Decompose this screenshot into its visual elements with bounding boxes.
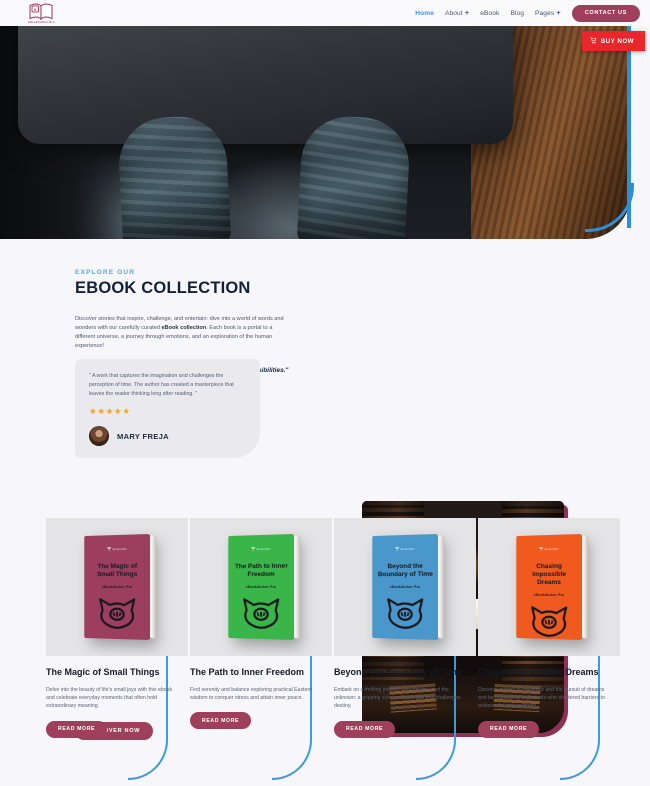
- cover-subtitle: eBookAuthor Pro: [101, 585, 133, 590]
- nav-label: Pages: [535, 9, 555, 17]
- hero-accent-border: [590, 26, 634, 232]
- cover-subtitle: eBookAuthor Pro: [245, 585, 277, 590]
- book-cover-frame: Example The Magic of Small Things eBookA…: [46, 518, 188, 656]
- book-title: Beyond the Boundary of Time: [334, 667, 462, 677]
- cover-brand: Example: [539, 547, 559, 551]
- book-description: Discover stories of resilience and the p…: [478, 686, 605, 710]
- star-icon: ★: [97, 405, 106, 416]
- testimonial-card: ” A work that captures the imagination a…: [75, 359, 260, 459]
- plus-icon: +: [464, 8, 470, 18]
- hero-leg-left: [116, 114, 232, 239]
- book-cover: Example Beyond the Boundary of Time eBoo…: [372, 533, 440, 641]
- book-cover-frame: Example Chasing Impossible Dreams eBookA…: [478, 518, 620, 656]
- mascot-icon: [98, 597, 137, 635]
- site-logo[interactable]: e eBookAuthor Pro: [28, 2, 55, 25]
- plus-icon: +: [556, 8, 561, 18]
- nav-item-ebook[interactable]: eBook: [480, 10, 499, 17]
- book-description: Delve into the beauty of life's small jo…: [46, 686, 173, 710]
- contact-us-button[interactable]: CONTACT US: [571, 4, 640, 22]
- hero-laptop: [18, 26, 513, 144]
- nav-item-blog[interactable]: Blog: [510, 10, 524, 17]
- book-cover: Example Chasing Impossible Dreams eBookA…: [516, 533, 584, 643]
- cover-brand: Example: [251, 547, 271, 551]
- cover-title: The Path to Inner Freedom: [234, 562, 288, 579]
- read-more-button[interactable]: READ MORE: [478, 720, 540, 738]
- nav-item-about[interactable]: About +: [445, 9, 469, 17]
- open-book-icon: e: [28, 2, 54, 21]
- read-more-button[interactable]: READ MORE: [46, 720, 108, 738]
- testimonial-quote: ” A work that captures the imagination a…: [89, 373, 234, 397]
- nav-item-pages[interactable]: Pages +: [535, 9, 561, 17]
- book-cover: Example The Path to Inner Freedom eBookA…: [228, 533, 296, 641]
- brand-glyph-icon: [251, 547, 255, 551]
- book-card[interactable]: Example The Magic of Small Things eBookA…: [46, 518, 188, 738]
- book-cover-frame: Example Beyond the Boundary of Time eBoo…: [334, 518, 476, 656]
- star-icon: ★: [122, 405, 131, 416]
- main-nav: Home About + eBook Blog Pages + CONTACT …: [415, 4, 650, 22]
- mascot-icon: [386, 597, 425, 635]
- mascot-icon: [242, 597, 281, 635]
- book-cards-section: Example The Magic of Small Things eBookA…: [0, 518, 650, 786]
- book-title: Chasing Impossible Dreams: [478, 667, 599, 677]
- cover-title: Beyond the Boundary of Time: [377, 562, 433, 579]
- brand-glyph-icon: [539, 547, 543, 551]
- nav-item-home[interactable]: Home: [415, 10, 434, 17]
- nav-label: eBook: [480, 9, 500, 17]
- book-description: Embark on a thrilling journey through ti…: [334, 686, 461, 710]
- nav-label: About: [445, 9, 463, 17]
- buy-now-button[interactable]: BUY NOW: [581, 31, 645, 51]
- cover-title: Chasing Impossible Dreams: [532, 562, 567, 587]
- read-more-button[interactable]: READ MORE: [190, 712, 252, 730]
- book-title: The Path to Inner Freedom: [190, 667, 305, 677]
- read-more-button[interactable]: READ MORE: [334, 720, 396, 738]
- collection-section: EXPLORE OUR EBOOK COLLECTION Discover st…: [0, 239, 650, 740]
- shopping-cart-icon: [589, 36, 597, 46]
- book-description: Find serenity and balance exploring prac…: [190, 686, 312, 701]
- nav-label: Home: [415, 9, 435, 17]
- star-rating: ★★★★★: [89, 405, 246, 416]
- cover-title: The Magic of Small Things: [97, 562, 138, 579]
- hero-section: BUY NOW: [0, 26, 650, 239]
- book-cover-frame: Example The Path to Inner Freedom eBookA…: [190, 518, 332, 656]
- cover-brand: Example: [395, 547, 415, 551]
- star-icon: ★: [105, 405, 114, 416]
- hero-image: [0, 26, 631, 239]
- book-title: The Magic of Small Things: [46, 667, 160, 677]
- site-header: e eBookAuthor Pro Home About + eBook Blo…: [0, 0, 650, 26]
- cover-subtitle: eBookAuthor Pro: [533, 593, 565, 598]
- page-root: e eBookAuthor Pro Home About + eBook Blo…: [0, 0, 650, 786]
- avatar: [89, 426, 109, 447]
- mascot-icon: [530, 605, 569, 643]
- hero-leg-right: [296, 114, 412, 239]
- book-card[interactable]: Example Beyond the Boundary of Time eBoo…: [334, 518, 476, 738]
- paragraph-bold: eBook collection: [161, 325, 207, 332]
- book-card[interactable]: Example Chasing Impossible Dreams eBookA…: [478, 518, 620, 738]
- book-cover: Example The Magic of Small Things eBookA…: [84, 533, 152, 641]
- brand-glyph-icon: [395, 547, 399, 551]
- brand-glyph-icon: [107, 547, 111, 551]
- collection-paragraph: Discover stories that inspire, challenge…: [75, 315, 290, 351]
- testimonial-author: MARY FREJA: [89, 426, 246, 447]
- cover-brand: Example: [107, 547, 127, 551]
- testimonial-name: MARY FREJA: [117, 431, 169, 441]
- book-card[interactable]: Example The Path to Inner Freedom eBookA…: [190, 518, 332, 730]
- cover-subtitle: eBookAuthor Pro: [389, 585, 421, 590]
- logo-text: eBookAuthor Pro: [28, 21, 55, 25]
- section-eyebrow: EXPLORE OUR: [75, 269, 136, 276]
- page-title: EBOOK COLLECTION: [75, 279, 251, 297]
- nav-label: Blog: [510, 9, 525, 17]
- buy-now-label: BUY NOW: [600, 37, 634, 45]
